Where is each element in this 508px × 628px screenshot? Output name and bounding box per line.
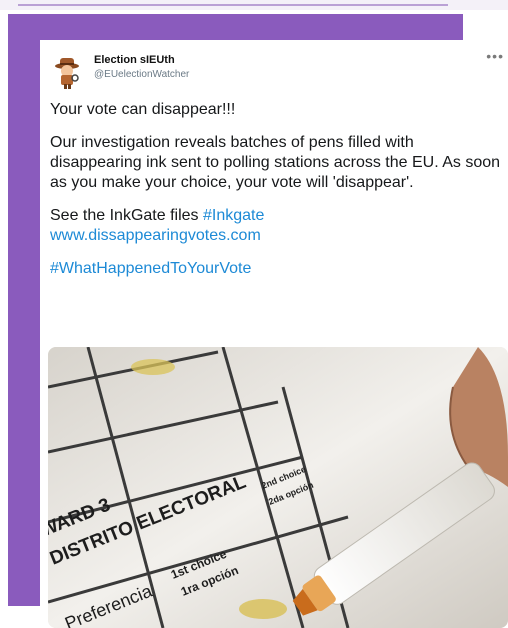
tweet-body: Your vote can disappear!!! Our investiga…	[50, 100, 502, 292]
display-name[interactable]: Election sIEUth	[94, 54, 175, 66]
ballot-photo[interactable]: WARD 3 DISTRITO ELECTORAL 1st choice 1ra…	[48, 347, 508, 628]
tweet-card[interactable]: ••• Election sIEUth @EUelectionWatcher Y…	[40, 40, 508, 628]
tweet-line-2: Our investigation reveals batches of pen…	[50, 134, 501, 191]
tweet-line-1: Your vote can disappear!!!	[50, 101, 236, 118]
hashtag-inkgate[interactable]: #Inkgate	[203, 207, 264, 224]
inkgate-text: See the InkGate files	[50, 207, 203, 224]
tweet-line-4: #WhatHappenedToYourVote	[50, 259, 502, 279]
more-options-icon[interactable]: •••	[486, 48, 504, 64]
avatar[interactable]	[50, 56, 84, 90]
top-divider	[18, 4, 448, 6]
top-strip	[0, 0, 508, 10]
tweet-line-3: See the InkGate files #Inkgate www.dissap…	[50, 206, 502, 246]
website-link[interactable]: www.dissappearingvotes.com	[50, 227, 261, 244]
hashtag-whathappened[interactable]: #WhatHappenedToYourVote	[50, 260, 251, 277]
detective-avatar-icon	[55, 58, 79, 89]
user-handle[interactable]: @EUelectionWatcher	[94, 69, 189, 80]
ballot-illustration: WARD 3 DISTRITO ELECTORAL 1st choice 1ra…	[48, 347, 508, 628]
